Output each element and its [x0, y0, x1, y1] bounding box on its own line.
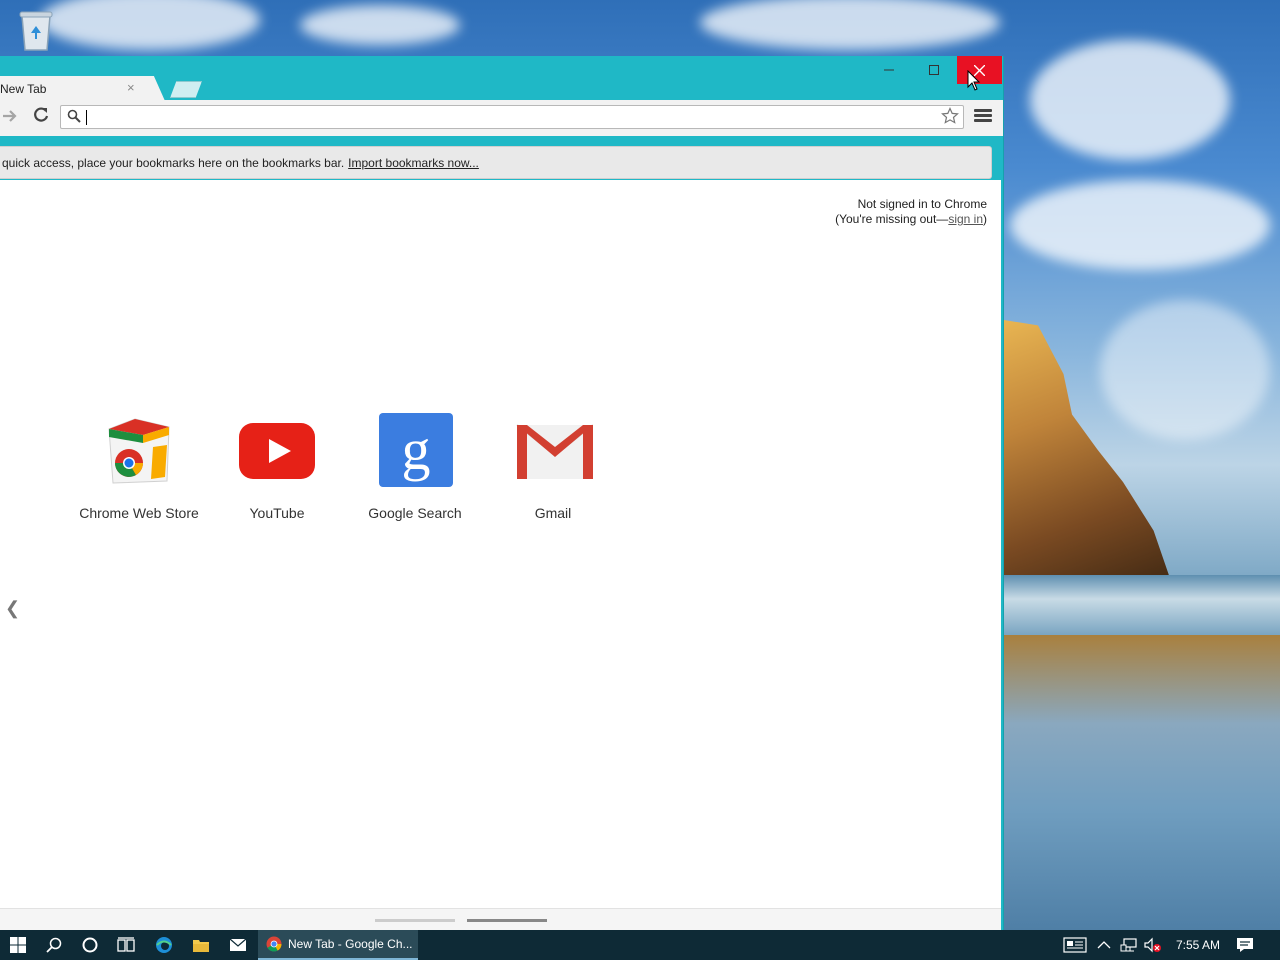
volume-button[interactable] [1143, 930, 1165, 960]
app-tile-gmail[interactable]: Gmail [488, 411, 618, 521]
news-icon [1063, 937, 1087, 953]
edge-icon [156, 937, 172, 953]
page-indicator[interactable] [375, 919, 455, 922]
app-label: Chrome Web Store [79, 505, 199, 521]
task-view-icon [117, 937, 135, 952]
omnibox[interactable] [60, 105, 964, 129]
taskbar-chrome-label: New Tab - Google Ch... [288, 937, 413, 951]
chrome-menu-icon[interactable] [974, 109, 992, 124]
app-tile-youtube[interactable]: YouTube [212, 411, 342, 521]
news-button[interactable] [1063, 930, 1089, 960]
cortana-icon [82, 937, 98, 953]
title-bar[interactable]: New Tab × [0, 56, 1003, 101]
beach-reflection [1004, 635, 1280, 930]
previous-page-arrow-icon[interactable]: ❮ [5, 598, 20, 619]
cloud [40, 0, 260, 50]
maximize-button[interactable] [912, 56, 956, 84]
app-label: Google Search [368, 505, 462, 521]
bookmarks-bar-message: quick access, place your bookmarks here … [2, 156, 479, 170]
windows-start-icon [10, 937, 26, 953]
cloud [700, 0, 1000, 50]
cloud [1030, 40, 1230, 160]
maximize-icon [929, 65, 939, 75]
cortana-button[interactable] [72, 930, 108, 960]
taskbar-chrome-window[interactable]: New Tab - Google Ch... [258, 930, 418, 960]
youtube-icon [237, 411, 317, 491]
chrome-window: New Tab × quick access, place your bookm… [0, 56, 1004, 930]
chevron-up-icon [1097, 941, 1111, 949]
toolbar [0, 100, 1003, 136]
signin-notice: Not signed in to Chrome (You're missing … [835, 197, 987, 227]
cloud [1100, 300, 1270, 440]
cloud [300, 5, 460, 45]
sign-in-link[interactable]: sign in [948, 212, 983, 226]
search-icon [46, 937, 62, 953]
arrow-right-icon [3, 110, 17, 122]
mouse-cursor-icon [967, 70, 981, 91]
app-tile-chrome-web-store[interactable]: Chrome Web Store [74, 411, 204, 521]
reload-icon [34, 107, 49, 122]
page-indicator-active[interactable] [467, 919, 547, 922]
start-button[interactable] [0, 930, 36, 960]
new-tab-footer [0, 908, 1001, 930]
bookmark-star-icon[interactable] [941, 107, 959, 130]
task-view-button[interactable] [108, 930, 144, 960]
bookmarks-bar: quick access, place your bookmarks here … [0, 146, 992, 179]
taskbar: New Tab - Google Ch... 7:55 AM [0, 930, 1280, 960]
action-center-icon [1237, 938, 1253, 952]
show-hidden-icons-button[interactable] [1097, 930, 1115, 960]
chrome-web-store-icon [99, 411, 179, 491]
search-icon [67, 109, 81, 126]
import-bookmarks-link[interactable]: Import bookmarks now... [348, 156, 479, 170]
minimize-button[interactable] [867, 56, 911, 84]
reload-button[interactable] [32, 106, 50, 129]
signin-status: Not signed in to Chrome [857, 197, 987, 211]
action-center-button[interactable] [1236, 930, 1258, 960]
volume-muted-icon [1144, 937, 1161, 953]
taskbar-search-button[interactable] [36, 930, 72, 960]
signin-suffix: ) [983, 212, 987, 226]
file-explorer-icon [193, 940, 209, 952]
new-tab-button[interactable] [170, 81, 202, 98]
text-caret [86, 110, 87, 125]
mail-icon [229, 938, 247, 951]
file-explorer-button[interactable] [183, 930, 219, 960]
forward-button[interactable] [2, 108, 18, 129]
network-icon [1120, 938, 1137, 952]
tab-close-icon[interactable]: × [127, 80, 135, 95]
minimize-icon [884, 69, 894, 71]
google-search-icon: g [375, 411, 455, 491]
tab-title: New Tab [0, 82, 47, 96]
tab-new-tab[interactable]: New Tab × [0, 76, 165, 101]
app-label: Gmail [534, 505, 572, 521]
bookmarks-bar-text: quick access, place your bookmarks here … [2, 156, 345, 170]
app-label: YouTube [249, 505, 305, 521]
recycle-bin-icon[interactable] [16, 8, 56, 52]
clock[interactable]: 7:55 AM [1172, 930, 1224, 960]
edge-button[interactable] [146, 930, 182, 960]
address-input[interactable] [85, 108, 939, 128]
app-tile-google-search[interactable]: g Google Search [350, 411, 480, 521]
sea [1004, 575, 1280, 635]
network-button[interactable] [1120, 930, 1140, 960]
cloud [1010, 180, 1270, 270]
signin-prefix: (You're missing out— [835, 212, 949, 226]
new-tab-page: Not signed in to Chrome (You're missing … [0, 180, 1001, 930]
chrome-icon [266, 936, 282, 952]
gmail-icon [513, 411, 594, 491]
svg-text:g: g [402, 417, 431, 482]
mail-button[interactable] [220, 930, 256, 960]
